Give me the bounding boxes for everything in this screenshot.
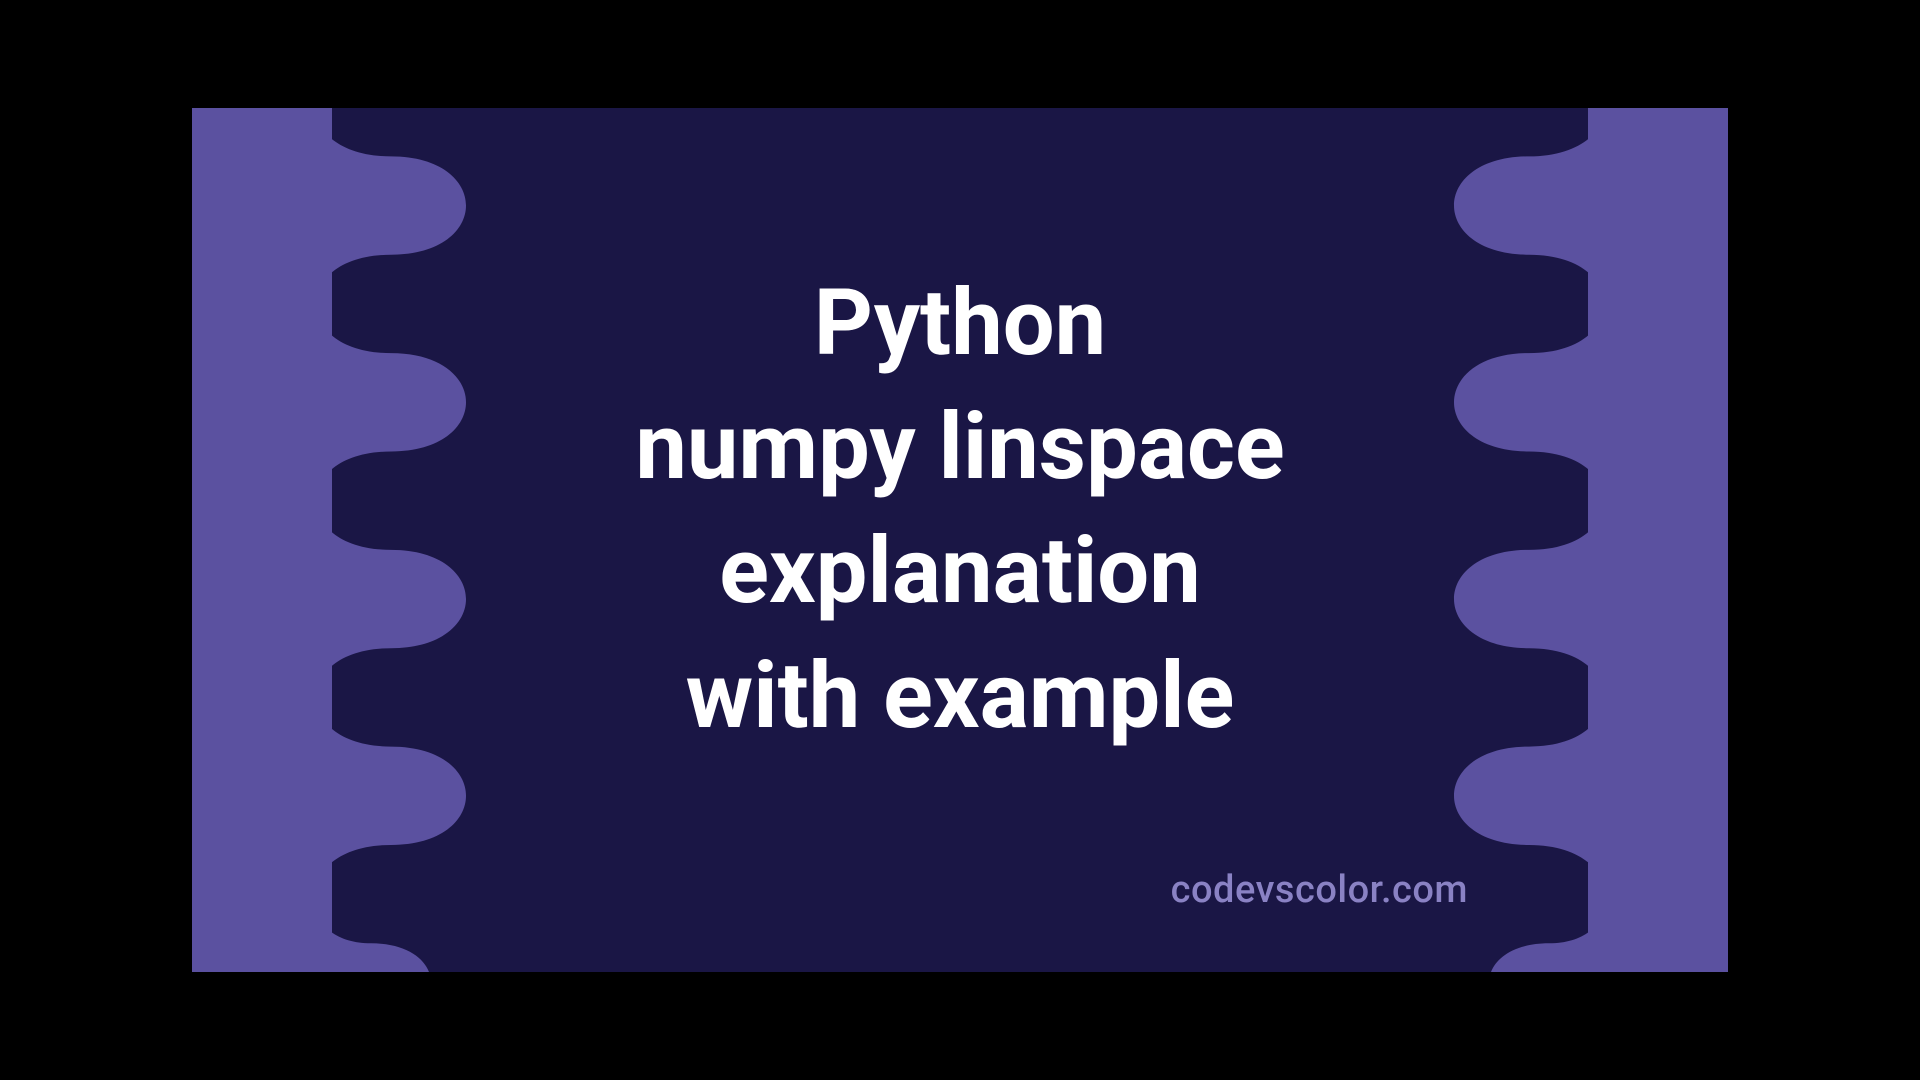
blob-left-edge	[331, 108, 551, 972]
banner-title: Python numpy linspace explanation with e…	[635, 262, 1284, 759]
title-line-1: Python	[635, 262, 1284, 386]
title-line-2: numpy linspace	[635, 386, 1284, 510]
title-line-3: explanation	[635, 510, 1284, 634]
watermark-text: codevscolor.com	[1171, 868, 1468, 912]
title-line-4: with example	[635, 634, 1284, 758]
banner-canvas: Python numpy linspace explanation with e…	[192, 108, 1728, 972]
blob-right-edge	[1369, 108, 1589, 972]
